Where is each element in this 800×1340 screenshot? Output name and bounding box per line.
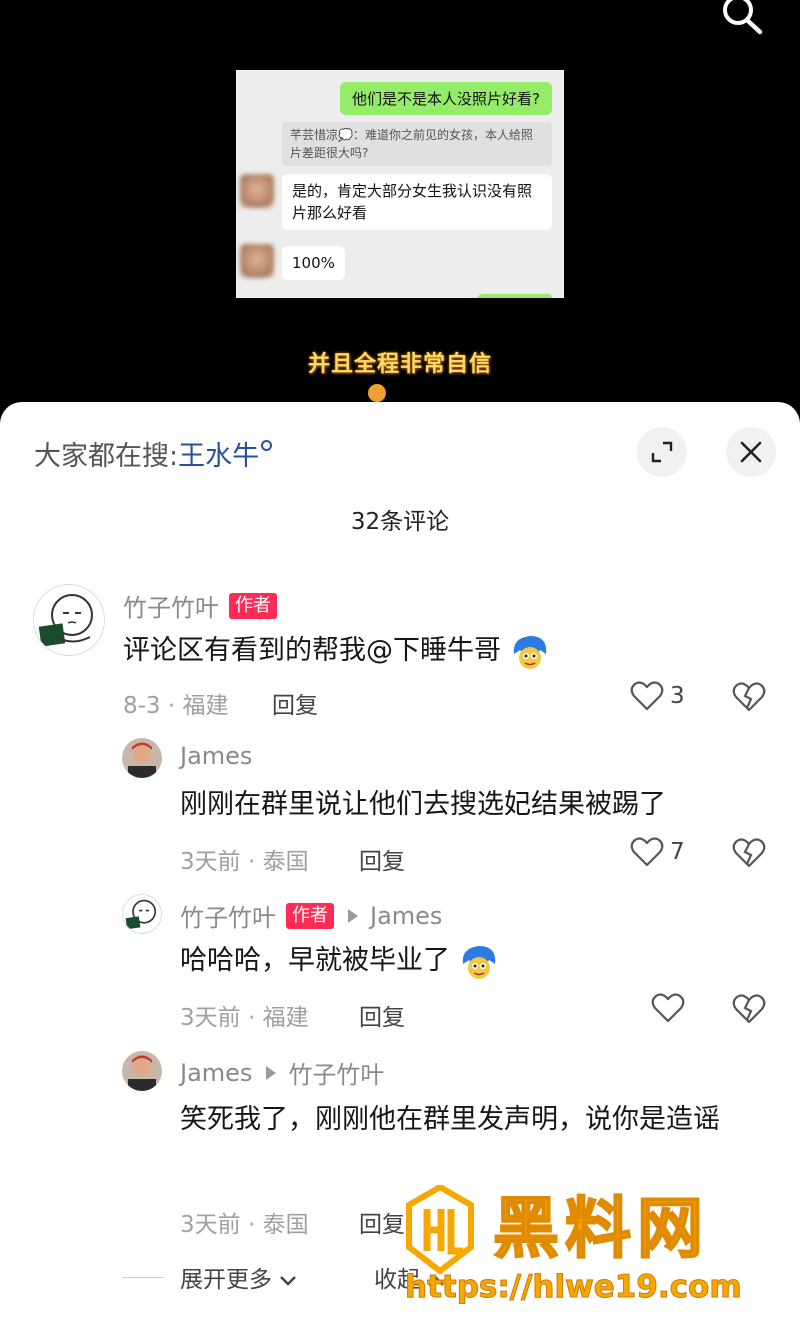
reply-to-arrow-icon [348, 908, 358, 923]
comment-count: 32条评论 [350, 509, 450, 535]
outgoing-message-partial [478, 294, 552, 298]
hot-search-bar[interactable]: 大家都在搜:王水牛 [34, 434, 273, 473]
reply-button[interactable]: 回复 [359, 998, 405, 1032]
reply-to-arrow-icon [266, 1065, 277, 1080]
close-button[interactable] [726, 427, 776, 477]
comment-meta: 3天前 · 福建 [180, 1005, 309, 1031]
comment-text: 笑死我了，刚刚他在群里发声明，说你是造谣 [180, 1104, 720, 1135]
emoji-icon [462, 945, 495, 979]
avatar[interactable] [122, 894, 162, 934]
comment-text: 刚刚在群里说让他们去搜选妃结果被踢了 [180, 789, 666, 820]
broken-heart-icon[interactable] [732, 681, 766, 713]
expand-icon [651, 441, 673, 463]
reply-to-name[interactable]: 竹子竹叶 [288, 1055, 384, 1090]
expand-more-button[interactable]: 展开更多 [180, 1260, 297, 1294]
expand-button[interactable] [637, 427, 687, 477]
comment-text: 哈哈哈，早就被毕业了 [180, 936, 499, 986]
divider [122, 1277, 164, 1278]
comment-author-line: 竹子竹叶 作者 James [180, 898, 442, 933]
author-name[interactable]: 竹子竹叶 [123, 588, 219, 623]
comment-author-line: James 竹子竹叶 [180, 1055, 384, 1090]
comment-meta: 3天前 · 泰国 [180, 849, 309, 875]
comment-body: 哈哈哈，早就被毕业了 [180, 945, 450, 976]
search-icon [261, 440, 273, 451]
author-name[interactable]: James [180, 1059, 252, 1087]
reply-to-name[interactable]: James [370, 902, 442, 930]
heart-icon [630, 837, 664, 867]
hot-search-term[interactable]: 王水牛 [178, 441, 259, 472]
watermark-title: 黑料网 [492, 1189, 709, 1268]
comment-text: 评论区有看到的帮我@下睡牛哥 [123, 626, 550, 676]
heart-icon [630, 681, 664, 711]
author-name[interactable]: James [180, 742, 252, 770]
like-count: 3 [670, 683, 685, 709]
reply-button[interactable]: 回复 [272, 686, 318, 720]
reply-button[interactable]: 回复 [359, 842, 405, 876]
close-icon [740, 441, 762, 463]
video-area[interactable]: 他们是不是本人没照片好看? 芊芸惜凉💭：难道你之前见的女孩，本人给照片差距很大吗… [0, 0, 800, 420]
watermark: 黑料网 https://hlwe19.com [405, 1185, 765, 1315]
comment-author-line: James [180, 742, 252, 770]
comment-body: 评论区有看到的帮我@下睡牛哥 [123, 635, 501, 666]
chevron-down-icon [280, 1276, 297, 1286]
like-button[interactable]: 3 [630, 680, 685, 712]
heart-icon [651, 993, 685, 1023]
video-caption: 并且全程非常自信 [307, 352, 492, 377]
watermark-logo-icon [406, 1185, 474, 1275]
blurred-avatar [240, 244, 274, 278]
incoming-message: 是的，肯定大部分女生我认识没有照片那么好看 [282, 174, 552, 230]
broken-heart-icon[interactable] [732, 837, 766, 869]
avatar[interactable] [122, 1051, 162, 1091]
like-button[interactable]: 7 [630, 836, 685, 868]
comment-meta: 3天前 · 泰国 [180, 1212, 309, 1238]
incoming-message: 100% [282, 246, 345, 280]
author-badge: 作者 [286, 902, 334, 929]
like-count: 7 [670, 839, 685, 865]
search-icon[interactable] [720, 0, 764, 36]
emoji-icon [513, 635, 546, 669]
chat-screenshot: 他们是不是本人没照片好看? 芊芸惜凉💭：难道你之前见的女孩，本人给照片差距很大吗… [236, 70, 564, 298]
quoted-message: 芊芸惜凉💭：难道你之前见的女孩，本人给照片差距很大吗? [282, 122, 552, 166]
hot-search-prefix: 大家都在搜: [34, 441, 179, 472]
expand-more-label: 展开更多 [180, 1267, 272, 1293]
comment-meta: 8-3 · 福建 [123, 693, 229, 719]
watermark-url: https://hlwe19.com [405, 1269, 743, 1306]
reply-button[interactable]: 回复 [359, 1205, 405, 1239]
sticker-icon [368, 384, 386, 402]
author-badge: 作者 [229, 592, 277, 619]
broken-heart-icon[interactable] [732, 993, 766, 1025]
like-button[interactable] [651, 992, 685, 1024]
outgoing-message: 他们是不是本人没照片好看? [340, 82, 552, 115]
blurred-avatar [240, 174, 274, 208]
avatar[interactable] [122, 738, 162, 778]
author-name[interactable]: 竹子竹叶 [180, 898, 276, 933]
avatar[interactable] [33, 584, 105, 656]
comment-author-line: 竹子竹叶 作者 [123, 588, 277, 623]
